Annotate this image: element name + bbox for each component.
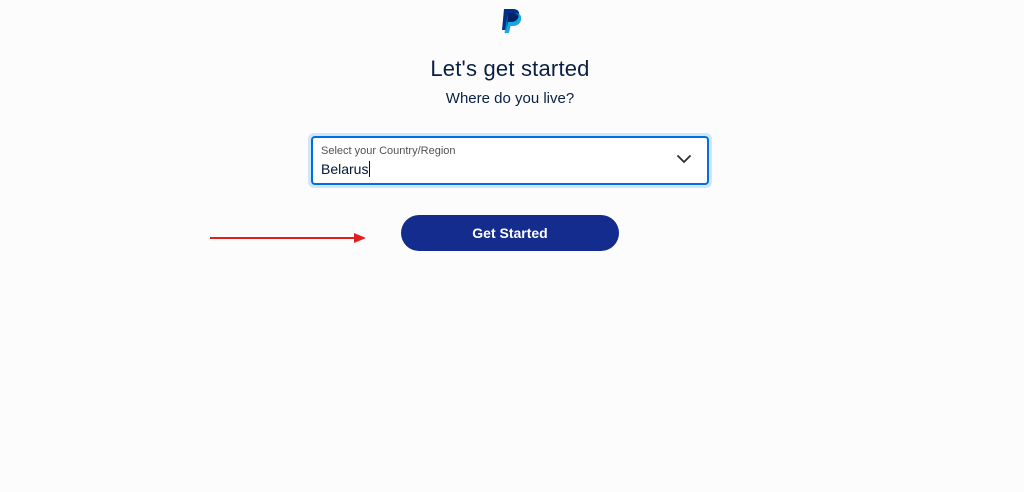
country-select-value: Belarus [321, 161, 369, 177]
red-arrow-annotation [210, 233, 366, 243]
country-select-value-wrap: Belarus [321, 161, 371, 177]
country-select-focus-ring: Select your Country/Region Belarus [308, 133, 712, 188]
chevron-down-icon[interactable] [677, 154, 691, 164]
country-select[interactable]: Select your Country/Region Belarus [311, 136, 709, 185]
page-subtitle: Where do you live? [445, 90, 575, 107]
paypal-logo-icon [502, 9, 522, 33]
country-select-label: Select your Country/Region [321, 145, 456, 157]
page-title: Let's get started [430, 56, 590, 81]
text-cursor [369, 161, 371, 177]
signup-page: Let's get started Where do you live? Sel… [0, 0, 1024, 492]
get-started-button[interactable]: Get Started [401, 215, 619, 251]
